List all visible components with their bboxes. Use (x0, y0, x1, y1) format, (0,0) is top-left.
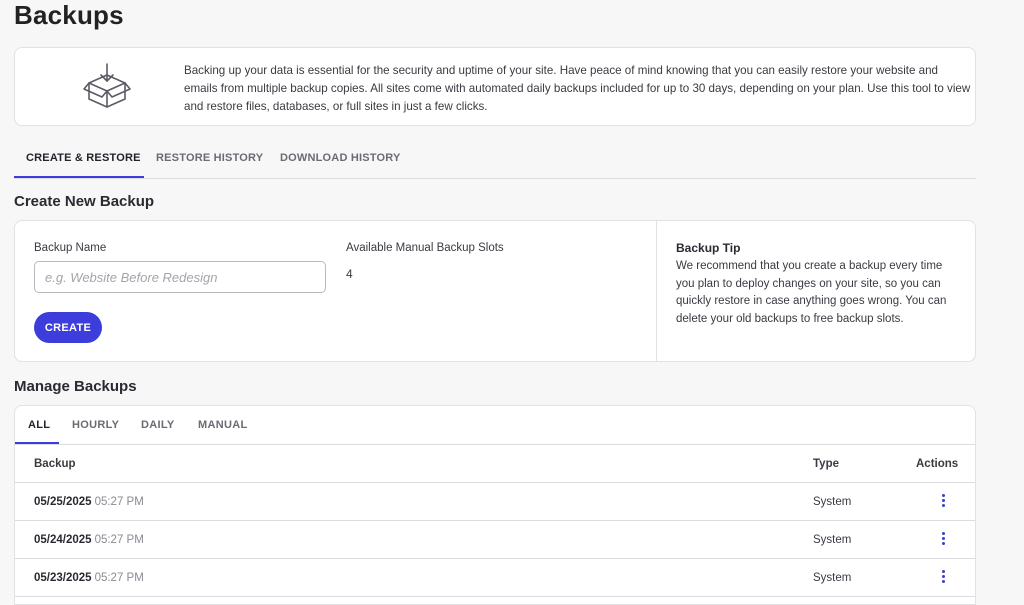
backup-type: System (813, 496, 852, 508)
filter-all[interactable]: ALL (15, 406, 59, 444)
tab-create-restore[interactable]: CREATE & RESTORE (14, 144, 144, 178)
backup-name-label: Backup Name (34, 242, 107, 254)
manage-backups-card: ALL HOURLY DAILY MANUAL Backup Type Acti… (14, 405, 976, 605)
table-row: 05/25/2025 05:27 PM System (15, 483, 975, 521)
table-row: 05/23/2025 05:27 PM System (15, 559, 975, 597)
backup-date: 05/24/2025 05:27 PM (34, 534, 144, 546)
kebab-menu-icon[interactable] (937, 532, 949, 548)
info-card: Backing up your data is essential for th… (14, 47, 976, 126)
page-title: Backups (14, 0, 124, 30)
filter-hourly[interactable]: HOURLY (72, 406, 119, 444)
backup-time: 05:27 PM (94, 496, 144, 508)
kebab-menu-icon[interactable] (937, 494, 949, 510)
backup-type: System (813, 534, 852, 546)
tab-download-history[interactable]: DOWNLOAD HISTORY (280, 144, 401, 178)
table-row: 05/24/2025 05:27 PM System (15, 521, 975, 559)
info-description: Backing up your data is essential for th… (184, 64, 971, 113)
backup-date: 05/25/2025 05:27 PM (34, 496, 144, 508)
slots-label: Available Manual Backup Slots (346, 242, 504, 254)
slots-value: 4 (346, 267, 353, 281)
create-button[interactable]: CREATE (34, 312, 102, 343)
tab-restore-history[interactable]: RESTORE HISTORY (156, 144, 263, 178)
filter-tabs: ALL HOURLY DAILY MANUAL (15, 406, 975, 445)
create-section-title: Create New Backup (14, 193, 155, 210)
card-divider (656, 221, 657, 361)
create-backup-card: Backup Name Available Manual Backup Slot… (14, 220, 976, 362)
manage-section-title: Manage Backups (14, 378, 137, 395)
backup-time: 05:27 PM (94, 572, 144, 584)
tip-title: Backup Tip (676, 241, 741, 255)
table-header: Backup Type Actions (15, 445, 975, 483)
column-type: Type (813, 458, 839, 470)
backup-time: 05:27 PM (94, 534, 144, 546)
tip-text: We recommend that you create a backup ev… (676, 260, 947, 325)
kebab-menu-icon[interactable] (937, 570, 949, 586)
backup-type: System (813, 572, 852, 584)
backup-date: 05/23/2025 05:27 PM (34, 572, 144, 584)
main-tabs: CREATE & RESTORE RESTORE HISTORY DOWNLOA… (14, 144, 976, 179)
column-actions: Actions (916, 458, 959, 470)
box-download-icon (83, 63, 131, 108)
backup-name-input[interactable] (34, 261, 326, 293)
filter-daily[interactable]: DAILY (141, 406, 175, 444)
column-backup: Backup (34, 458, 76, 470)
filter-manual[interactable]: MANUAL (198, 406, 247, 444)
